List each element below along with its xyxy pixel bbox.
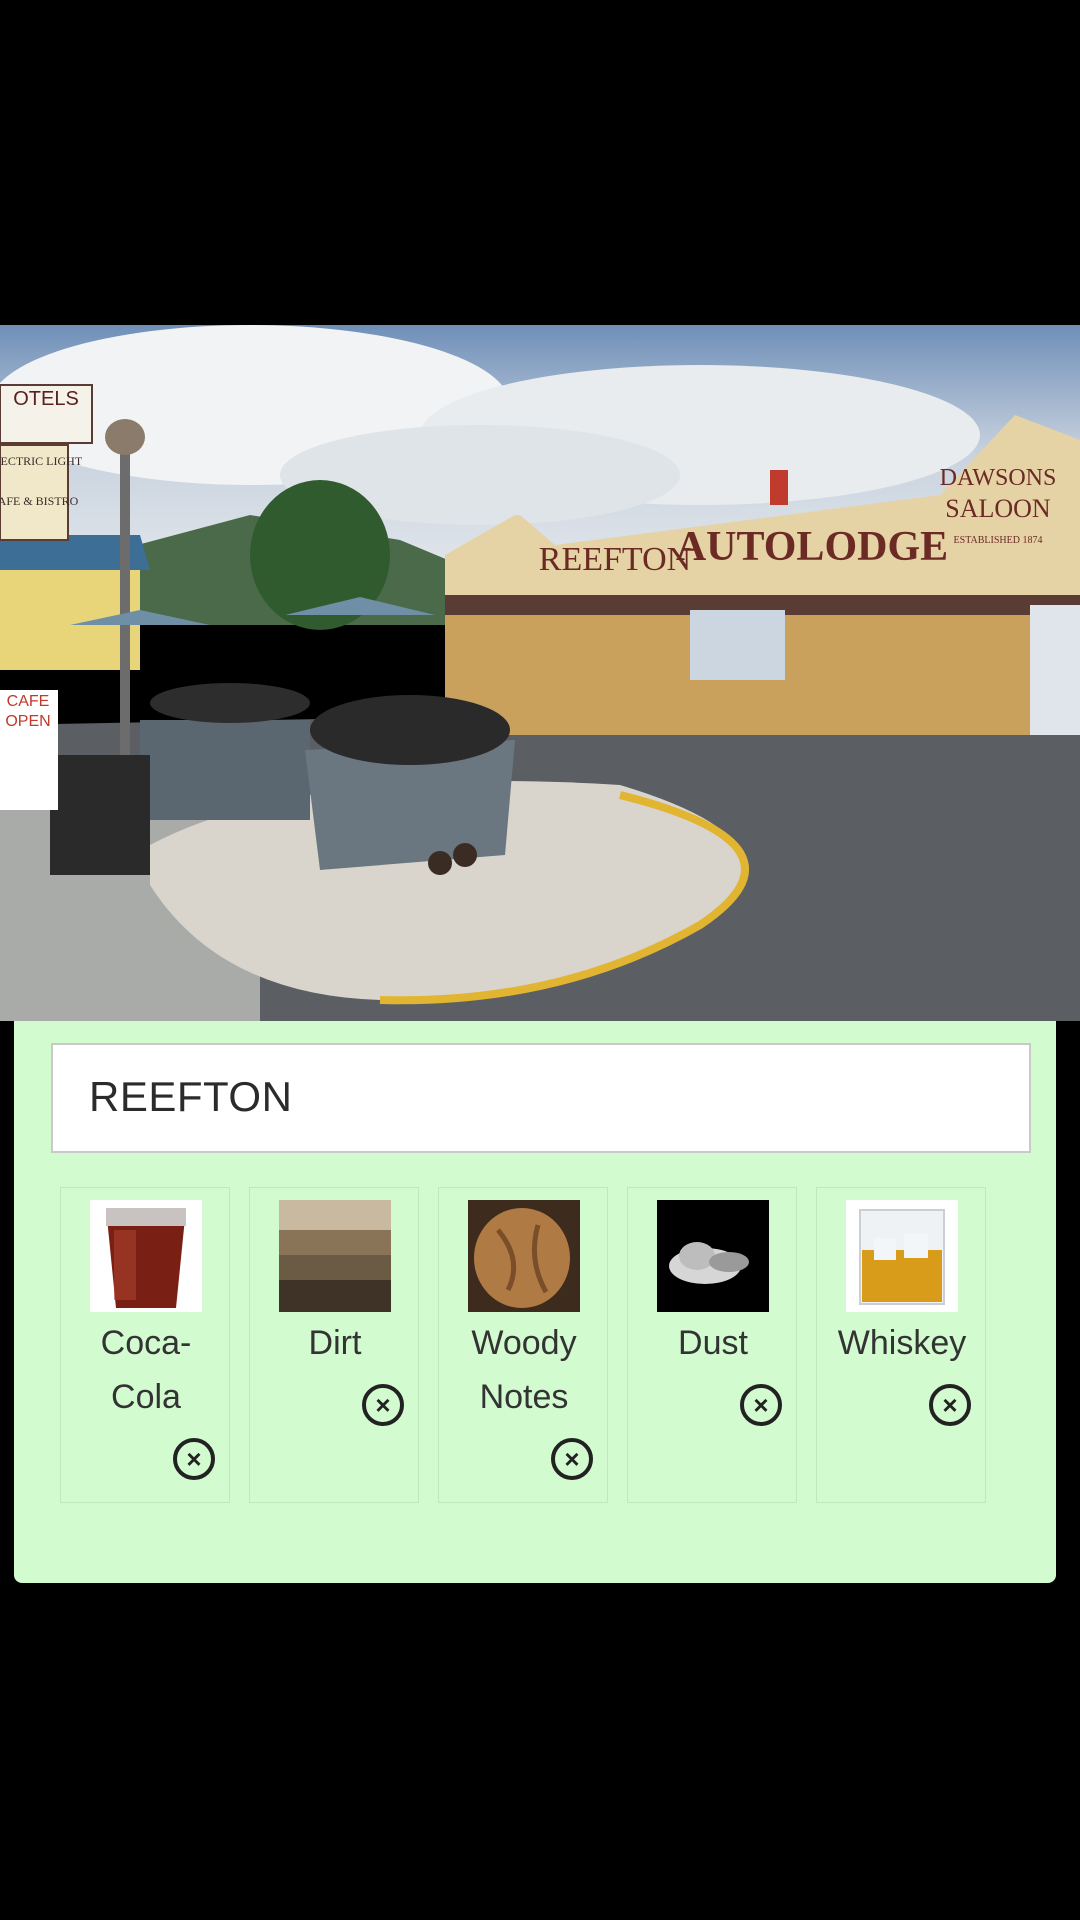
tag-card-label: Whiskey [837,1324,967,1362]
reefton-sign-text: REEFTON [539,541,691,578]
walnut-image [468,1200,580,1312]
tag-panel: REEFTON Coca- Cola × Dirt × Woody Notes … [14,1021,1056,1583]
tag-card-dirt[interactable]: Dirt × [249,1187,419,1503]
tag-card-woody-notes[interactable]: Woody Notes × [438,1187,608,1503]
dawsons-sign-text: DAWSONS [940,465,1057,491]
saloon-sign-text: SALOON [945,494,1051,523]
autolodge-sign-text: AUTOLODGE [676,524,948,570]
cola-glass-image [90,1200,202,1312]
remove-tag-icon[interactable]: × [551,1438,593,1480]
search-input-value: REEFTON [89,1073,293,1120]
tag-card-dust[interactable]: Dust × [627,1187,797,1503]
remove-tag-icon[interactable]: × [740,1384,782,1426]
electric-light-sign-text: ELECTRIC LIGHT [0,454,83,468]
remove-tag-icon[interactable]: × [173,1438,215,1480]
remove-tag-icon[interactable]: × [929,1384,971,1426]
dust-cloud-image [657,1200,769,1312]
dirt-image [279,1200,391,1312]
open-sign-text: OPEN [5,713,50,730]
tag-card-coca-cola[interactable]: Coca- Cola × [60,1187,230,1503]
tag-card-label: Dirt [308,1324,362,1362]
tag-card-whiskey[interactable]: Whiskey × [816,1187,986,1503]
cafe-bistro-sign-text: CAFE & BISTRO [0,494,79,508]
motels-sign-text: OTELS [13,388,79,410]
whiskey-glass-image [846,1200,958,1312]
tag-card-label: Coca- Cola [100,1324,192,1416]
established-sign-text: ESTABLISHED 1874 [954,535,1043,546]
tag-card-label: Dust [678,1324,748,1362]
search-input[interactable]: REEFTON [51,1043,1031,1153]
tag-card-label: Woody Notes [471,1324,577,1416]
street-photo: OTELS ELECTRIC LIGHT CAFE & BISTRO CAFE … [0,325,1080,1021]
cafe-sign-text: CAFE [7,693,50,710]
remove-tag-icon[interactable]: × [362,1384,404,1426]
